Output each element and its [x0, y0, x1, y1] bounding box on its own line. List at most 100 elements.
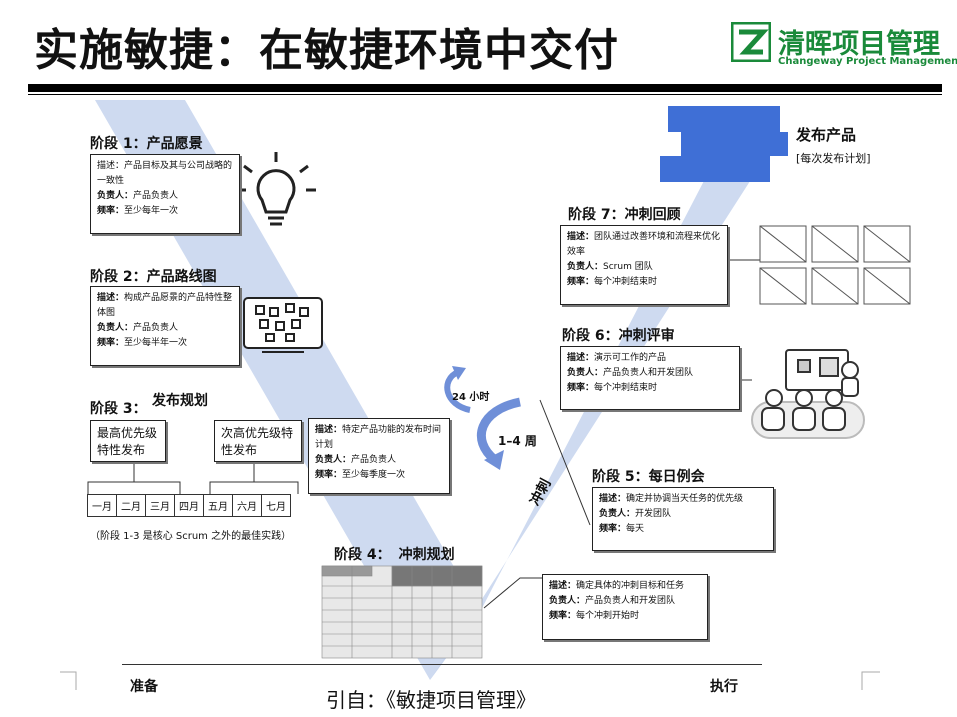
stage-7-owner: Scrum 团队: [603, 262, 653, 272]
month-cell: 三月: [145, 494, 175, 517]
stage-6-owner: 产品负责人和开发团队: [603, 368, 694, 378]
stage-3-freq: 至少每季度一次: [342, 470, 406, 480]
stage-3-title: 发布规划: [152, 393, 208, 409]
stage-1-box: 描述：产品目标及其与公司战略的一致性 负责人：产品负责人 频率：至少每年一次: [90, 154, 240, 234]
citation: 引自：《敏捷项目管理》: [326, 688, 536, 712]
stage-3-label: 阶段 3：: [90, 401, 147, 417]
next-priority-feature: 次高优先级特性发布: [214, 420, 302, 462]
month-cell: 五月: [203, 494, 233, 517]
month-cell: 六月: [232, 494, 262, 517]
stage-4-owner: 产品负责人和开发团队: [585, 596, 676, 606]
release-block-1: [668, 106, 780, 132]
sprint-length-label: 1–4 周: [498, 434, 537, 448]
owner-label: 负责人：: [315, 455, 352, 465]
stage-2-label: 阶段 2：: [90, 269, 147, 285]
stage-4-title: 冲刺规划: [398, 547, 455, 563]
desc-label: 描述：: [97, 293, 125, 303]
owner-label: 负责人：: [567, 262, 604, 272]
desc-label: 描述：: [97, 161, 125, 171]
owner-label: 负责人：: [599, 509, 636, 519]
header-rule: [28, 84, 942, 92]
month-cell: 四月: [174, 494, 204, 517]
stage-5-desc: 确定并协调当天任务的优先级: [626, 494, 744, 504]
stage-1-owner: 产品负责人: [133, 191, 179, 201]
stage-2-freq: 至少每半年一次: [124, 338, 188, 348]
stage-5-label: 阶段 5：: [592, 469, 649, 485]
stage-3-heading: 阶段 3：: [90, 398, 147, 418]
stage-4-freq: 每个冲刺开始时: [576, 611, 640, 621]
logo-name-en: Changeway Project Management: [778, 56, 957, 67]
stage-6-freq: 每个冲刺结束时: [594, 383, 658, 393]
freq-label: 频率：: [97, 338, 125, 348]
release-subtitle: [每次发布计划]: [796, 152, 871, 165]
desc-label: 描述：: [599, 494, 627, 504]
owner-label: 负责人：: [97, 323, 134, 333]
sprint-cycle-arrow: [476, 397, 522, 464]
desc-label: 描述：: [567, 353, 595, 363]
daily-cycle-label: 24 小时: [452, 392, 490, 403]
release-block-2: [681, 132, 788, 156]
stage-2-heading: 阶段 2：产品路线图: [90, 266, 217, 286]
burndown-charts-icon: [759, 225, 911, 305]
owner-label: 负责人：: [549, 596, 586, 606]
release-timeline-brackets: [87, 462, 299, 494]
roadmap-board-icon: [243, 297, 323, 353]
month-cell: 二月: [116, 494, 146, 517]
stage-7-label: 阶段 7：: [568, 207, 625, 223]
stage-4-heading: 阶段 4： 冲刺规划: [334, 544, 455, 564]
stage-6-label: 阶段 6：: [562, 328, 619, 344]
sprint-backlog-board: [321, 565, 483, 659]
month-timeline: 一月 二月 三月 四月 五月 六月 七月: [87, 494, 291, 517]
stage-6-title: 冲刺评审: [618, 328, 675, 344]
stage-4-label: 阶段 4：: [334, 547, 391, 563]
desc-label: 描述：: [315, 425, 343, 435]
execute-label: 执行: [710, 679, 738, 695]
stage-7-title: 冲刺回顾: [624, 207, 681, 223]
stage-3-box: 描述：特定产品功能的发布时间计划 负责人：产品负责人 频率：至少每季度一次: [308, 418, 450, 494]
freq-label: 频率：: [599, 524, 627, 534]
owner-label: 负责人：: [97, 191, 134, 201]
stage-1-label: 阶段 1：: [90, 136, 147, 152]
stage-7-freq: 每个冲刺结束时: [594, 277, 658, 287]
freq-label: 频率：: [549, 611, 577, 621]
month-cell: 一月: [87, 494, 117, 517]
freq-label: 频率：: [97, 206, 125, 216]
month-cell: 七月: [261, 494, 291, 517]
release-block-3: [660, 156, 770, 182]
stage-6-desc: 演示可工作的产品: [594, 353, 667, 363]
stage-7-box: 描述：团队通过改善环境和流程来优化效率 负责人：Scrum 团队 频率：每个冲刺…: [560, 225, 728, 305]
prepare-label: 准备: [130, 679, 158, 695]
stage-5-heading: 阶段 5：每日例会: [592, 466, 705, 486]
stage-5-title: 每日例会: [648, 469, 705, 485]
desc-label: 描述：: [549, 581, 577, 591]
freq-label: 频率：: [567, 383, 595, 393]
stage-1-freq: 至少每年一次: [124, 206, 179, 216]
footer-axis: [122, 664, 762, 665]
page-title: 实施敏捷：在敏捷环境中交付: [34, 25, 619, 76]
stage-7-heading: 阶段 7：冲刺回顾: [568, 204, 681, 224]
freq-label: 频率：: [567, 277, 595, 287]
stage-5-owner: 开发团队: [635, 509, 672, 519]
stage-1-title: 产品愿景: [146, 136, 203, 152]
freq-label: 频率：: [315, 470, 343, 480]
stage-4-desc: 确定具体的冲刺目标和任务: [576, 581, 685, 591]
changeway-logo-icon: [731, 22, 771, 62]
stage-5-box: 描述：确定并协调当天任务的优先级 负责人：开发团队 频率：每天: [592, 487, 774, 551]
desc-label: 描述：: [567, 232, 595, 242]
stage-5-freq: 每天: [626, 524, 645, 534]
top-priority-feature: 最高优先级特性发布: [90, 420, 166, 462]
stage-2-title: 产品路线图: [146, 269, 217, 285]
review-meeting-icon: [751, 349, 865, 439]
header-rule-thin: [28, 94, 942, 95]
stage-4-box: 描述：确定具体的冲刺目标和任务 负责人：产品负责人和开发团队 频率：每个冲刺开始…: [542, 574, 708, 640]
owner-label: 负责人：: [567, 368, 604, 378]
stage-2-box: 描述：构成产品愿景的产品特性整体图 负责人：产品负责人 频率：至少每半年一次: [90, 286, 240, 366]
stage-6-box: 描述：演示可工作的产品 负责人：产品负责人和开发团队 频率：每个冲刺结束时: [560, 346, 740, 410]
stage-2-owner: 产品负责人: [133, 323, 179, 333]
corner-bl: [60, 671, 77, 690]
stage-3-owner: 产品负责人: [351, 455, 397, 465]
stage-1-heading: 阶段 1：产品愿景: [90, 133, 203, 153]
stage-6-heading: 阶段 6：冲刺评审: [562, 325, 675, 345]
corner-br: [861, 671, 880, 690]
release-title: 发布产品: [796, 126, 857, 144]
